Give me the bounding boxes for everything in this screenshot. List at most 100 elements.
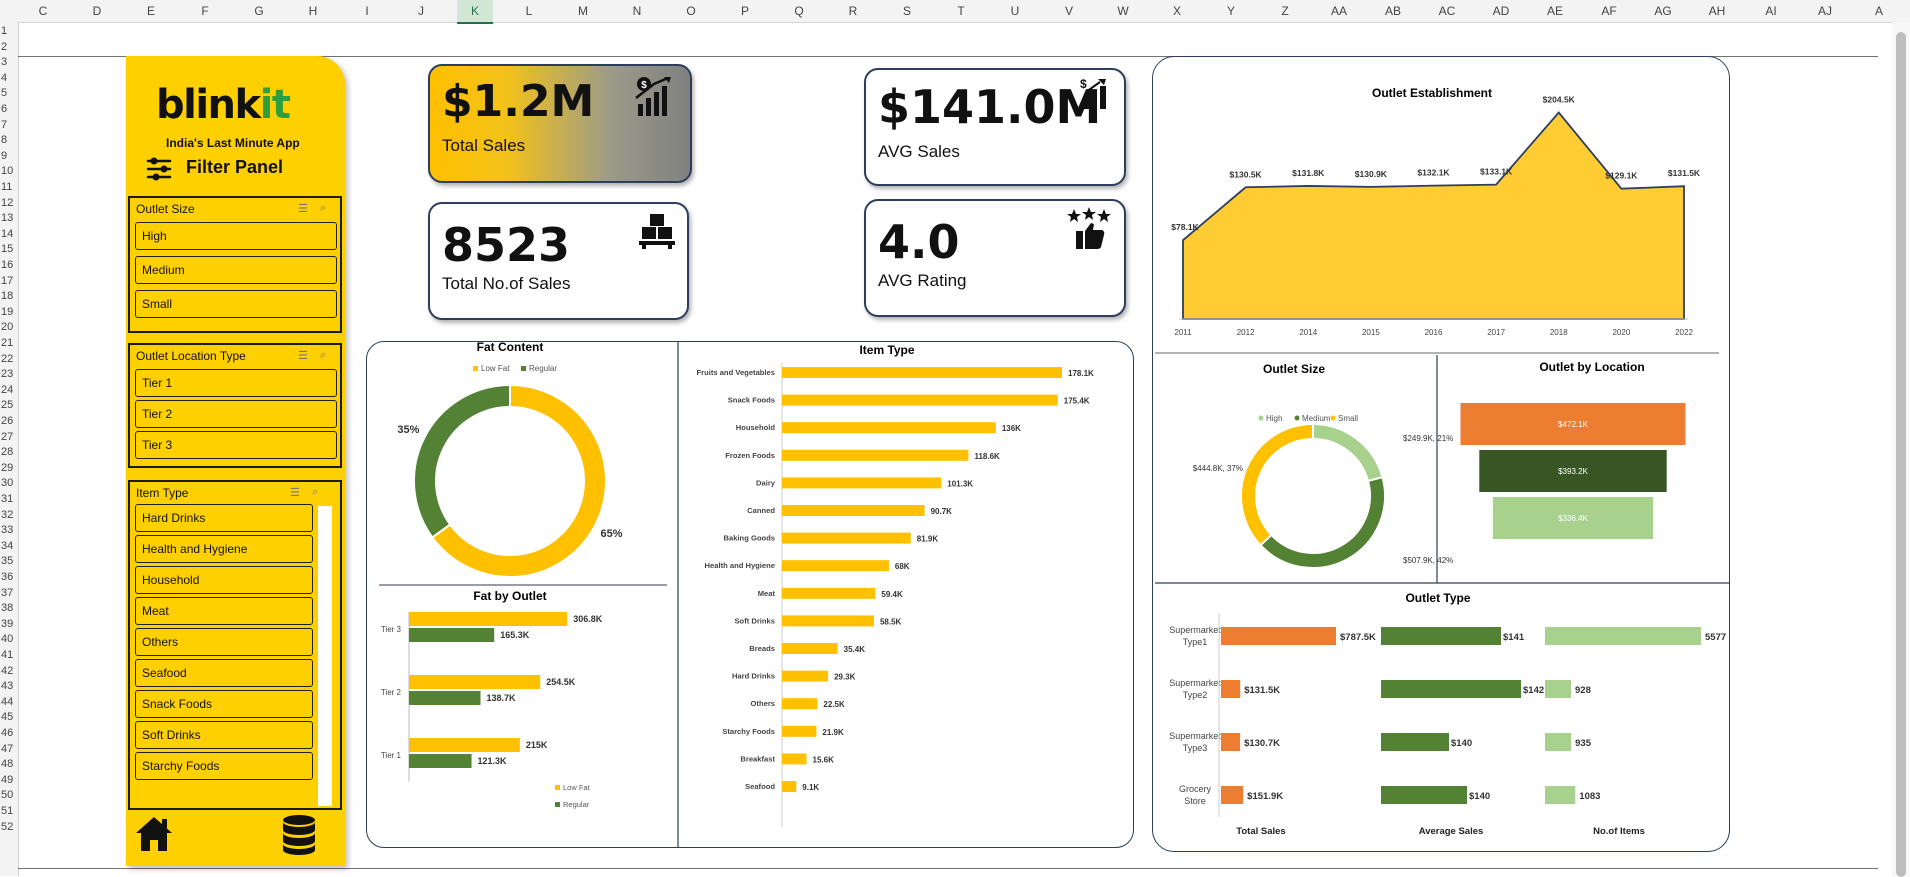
row-header-36[interactable]: 36	[0, 571, 17, 583]
row-header-33[interactable]: 33	[0, 524, 17, 536]
clear-filter-icon[interactable]: ⌕	[320, 202, 334, 216]
row-header-35[interactable]: 35	[0, 555, 17, 567]
row-header-27[interactable]: 27	[0, 431, 17, 443]
row-header-43[interactable]: 43	[0, 680, 17, 692]
multi-select-icon[interactable]: ☰	[298, 202, 312, 216]
column-header-m[interactable]: M	[578, 0, 588, 22]
column-header-n[interactable]: N	[633, 0, 642, 22]
row-header-31[interactable]: 31	[0, 493, 17, 505]
slicer-item-small[interactable]: Small	[135, 290, 337, 318]
slicer-item[interactable]: Others	[135, 628, 313, 656]
column-header-aa[interactable]: AA	[1331, 0, 1347, 22]
slicer-item[interactable]: Health and Hygiene	[135, 535, 313, 563]
row-header-48[interactable]: 48	[0, 758, 17, 770]
row-header-49[interactable]: 49	[0, 774, 17, 786]
row-header-45[interactable]: 45	[0, 711, 17, 723]
clear-filter-icon[interactable]: ⌕	[312, 486, 326, 500]
row-header-42[interactable]: 42	[0, 665, 17, 677]
row-header-1[interactable]: 1	[0, 25, 17, 37]
row-header-12[interactable]: 12	[0, 197, 17, 209]
row-header-14[interactable]: 14	[0, 228, 17, 240]
database-icon[interactable]	[281, 814, 317, 856]
slicer-item[interactable]: Hard Drinks	[135, 504, 313, 532]
slicer-item-tier-3[interactable]: Tier 3	[135, 431, 337, 459]
scrollbar-thumb[interactable]	[1896, 32, 1906, 877]
column-header-g[interactable]: G	[254, 0, 263, 22]
row-header-52[interactable]: 52	[0, 821, 17, 833]
slicer-item[interactable]: Household	[135, 566, 313, 594]
row-header-34[interactable]: 34	[0, 540, 17, 552]
column-header-u[interactable]: U	[1011, 0, 1020, 22]
column-header-k[interactable]: K	[457, 0, 493, 24]
column-header-x[interactable]: X	[1173, 0, 1181, 22]
column-header-aj[interactable]: AJ	[1818, 0, 1832, 22]
row-header-10[interactable]: 10	[0, 165, 17, 177]
column-header-y[interactable]: Y	[1227, 0, 1235, 22]
column-header-d[interactable]: D	[93, 0, 102, 22]
row-header-29[interactable]: 29	[0, 462, 17, 474]
column-header-ad[interactable]: AD	[1493, 0, 1510, 22]
column-header-f[interactable]: F	[201, 0, 208, 22]
row-header-24[interactable]: 24	[0, 384, 17, 396]
row-header-26[interactable]: 26	[0, 415, 17, 427]
column-header-p[interactable]: P	[741, 0, 749, 22]
row-header-46[interactable]: 46	[0, 727, 17, 739]
row-header-30[interactable]: 30	[0, 477, 17, 489]
column-header-i[interactable]: I	[365, 0, 368, 22]
row-header-13[interactable]: 13	[0, 212, 17, 224]
row-header-5[interactable]: 5	[0, 87, 17, 99]
row-header-44[interactable]: 44	[0, 696, 17, 708]
row-header-16[interactable]: 16	[0, 259, 17, 271]
slicer-item[interactable]: Soft Drinks	[135, 721, 313, 749]
column-header-o[interactable]: O	[686, 0, 695, 22]
row-header-17[interactable]: 17	[0, 275, 17, 287]
column-header-ac[interactable]: AC	[1439, 0, 1456, 22]
row-header-41[interactable]: 41	[0, 649, 17, 661]
row-header-19[interactable]: 19	[0, 306, 17, 318]
vertical-scrollbar[interactable]	[1892, 22, 1910, 877]
row-header-15[interactable]: 15	[0, 243, 17, 255]
column-header-af[interactable]: AF	[1601, 0, 1616, 22]
column-header-l[interactable]: L	[526, 0, 533, 22]
row-header-38[interactable]: 38	[0, 602, 17, 614]
column-header-t[interactable]: T	[957, 0, 964, 22]
row-header-28[interactable]: 28	[0, 446, 17, 458]
slicer-item-medium[interactable]: Medium	[135, 256, 337, 284]
column-header-q[interactable]: Q	[794, 0, 803, 22]
column-header-a[interactable]: A	[1875, 0, 1883, 22]
column-header-h[interactable]: H	[309, 0, 318, 22]
multi-select-icon[interactable]: ☰	[290, 486, 304, 500]
multi-select-icon[interactable]: ☰	[298, 349, 312, 363]
column-header-j[interactable]: J	[418, 0, 424, 22]
row-header-40[interactable]: 40	[0, 633, 17, 645]
column-header-ah[interactable]: AH	[1709, 0, 1726, 22]
row-header-23[interactable]: 23	[0, 368, 17, 380]
row-header-9[interactable]: 9	[0, 150, 17, 162]
row-header-37[interactable]: 37	[0, 587, 17, 599]
slicer-item[interactable]: Meat	[135, 597, 313, 625]
slicer-item[interactable]: Seafood	[135, 659, 313, 687]
row-header-20[interactable]: 20	[0, 321, 17, 333]
row-header-21[interactable]: 21	[0, 337, 17, 349]
row-header-7[interactable]: 7	[0, 119, 17, 131]
row-header-2[interactable]: 2	[0, 41, 17, 53]
clear-filter-icon[interactable]: ⌕	[320, 349, 334, 363]
row-header-4[interactable]: 4	[0, 72, 17, 84]
column-header-w[interactable]: W	[1117, 0, 1128, 22]
column-header-v[interactable]: V	[1065, 0, 1073, 22]
column-header-c[interactable]: C	[39, 0, 48, 22]
slicer-item[interactable]: Snack Foods	[135, 690, 313, 718]
slicer-scrollbar[interactable]	[318, 506, 332, 806]
row-header-39[interactable]: 39	[0, 618, 17, 630]
row-header-11[interactable]: 11	[0, 181, 17, 193]
row-header-8[interactable]: 8	[0, 134, 17, 146]
column-header-ae[interactable]: AE	[1547, 0, 1563, 22]
row-header-22[interactable]: 22	[0, 353, 17, 365]
column-header-r[interactable]: R	[849, 0, 858, 22]
row-header-6[interactable]: 6	[0, 103, 17, 115]
row-header-51[interactable]: 51	[0, 805, 17, 817]
column-header-z[interactable]: Z	[1281, 0, 1288, 22]
row-header-18[interactable]: 18	[0, 290, 17, 302]
column-header-ag[interactable]: AG	[1654, 0, 1671, 22]
row-header-32[interactable]: 32	[0, 509, 17, 521]
